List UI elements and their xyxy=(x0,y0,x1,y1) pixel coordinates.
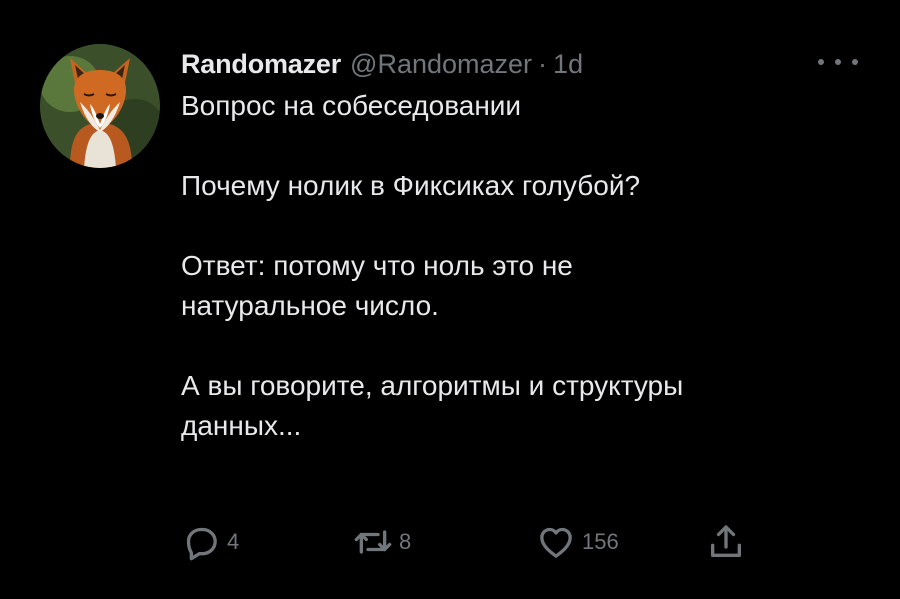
tweet-line: Почему нолик в Фиксиках голубой? xyxy=(181,170,641,201)
tweet-line: Ответ: потому что ноль это не xyxy=(181,250,573,281)
tweet-timestamp[interactable]: 1d xyxy=(553,49,583,80)
like-button[interactable]: 156 xyxy=(536,520,619,564)
tweet-line: данных... xyxy=(181,410,302,441)
tweet-line: А вы говорите, алгоритмы и структуры xyxy=(181,370,684,401)
reply-icon xyxy=(186,527,217,561)
more-dot-icon xyxy=(818,59,824,65)
header-separator: · xyxy=(538,48,548,79)
author-display-name[interactable]: Randomazer xyxy=(181,49,341,80)
tweet-line: натуральное число. xyxy=(181,290,439,321)
more-options-button[interactable] xyxy=(818,55,858,69)
share-icon xyxy=(711,525,741,557)
avatar[interactable] xyxy=(40,44,160,168)
share-button[interactable] xyxy=(706,520,746,564)
heart-icon xyxy=(540,527,572,558)
retweet-button[interactable]: 8 xyxy=(353,520,411,564)
fox-avatar-icon xyxy=(40,44,160,168)
tweet-actions: 4 8 156 xyxy=(181,520,821,564)
retweet-icon xyxy=(354,530,392,554)
more-dot-icon xyxy=(852,59,858,65)
retweet-count: 8 xyxy=(399,529,412,554)
tweet-header: Randomazer @Randomazer · 1d xyxy=(181,44,583,84)
tweet-text: Вопрос на собеседовании Почему нолик в Ф… xyxy=(181,86,861,446)
author-handle[interactable]: @Randomazer xyxy=(350,49,532,80)
tweet-line: Вопрос на собеседовании xyxy=(181,90,522,121)
reply-button[interactable]: 4 xyxy=(181,520,239,564)
reply-count: 4 xyxy=(227,529,240,554)
more-dot-icon xyxy=(835,59,841,65)
tweet: Randomazer @Randomazer · 1d Вопрос на со… xyxy=(0,0,900,599)
like-count: 156 xyxy=(582,529,619,554)
